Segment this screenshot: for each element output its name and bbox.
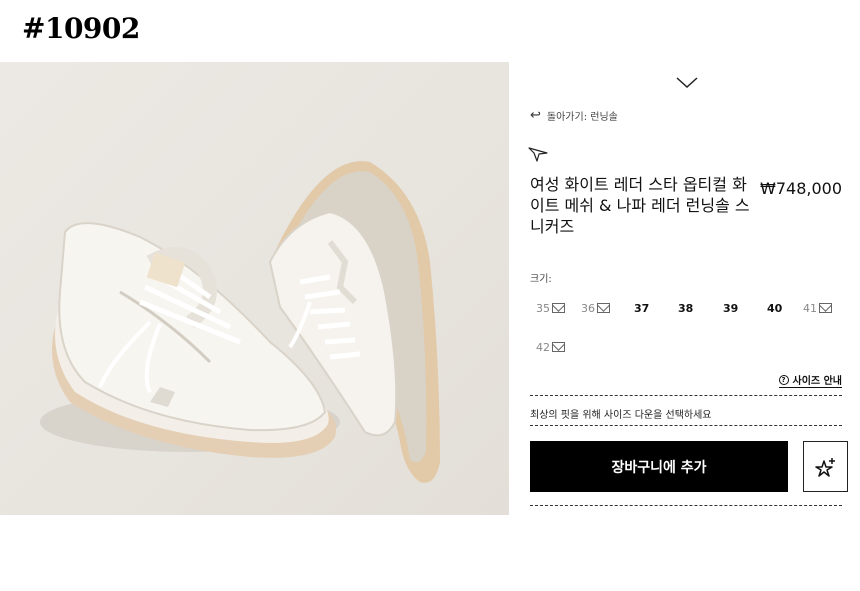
- size-option-35[interactable]: 35: [536, 298, 565, 318]
- size-option-40[interactable]: 40: [767, 298, 782, 318]
- back-link[interactable]: ↩ 돌아가기: 런닝솔: [530, 108, 618, 123]
- star-plus-icon: [814, 457, 835, 477]
- size-guide-label: 사이즈 안내: [792, 376, 842, 387]
- product-image[interactable]: [0, 62, 509, 515]
- sneakers-illustration: [40, 161, 440, 483]
- wishlist-button[interactable]: [803, 441, 848, 492]
- size-option-41[interactable]: 41: [803, 298, 832, 318]
- back-arrow-icon: ↩: [530, 108, 541, 123]
- product-price: ₩748,000: [760, 179, 842, 198]
- size-guide-link[interactable]: ? 사이즈 안내: [778, 372, 842, 388]
- divider: [530, 425, 842, 426]
- question-icon: ?: [778, 374, 789, 385]
- size-option-39[interactable]: 39: [723, 298, 738, 318]
- product-title: 여성 화이트 레더 스타 옵티컬 화이트 메쉬 & 나파 레더 런닝솔 스니커즈: [530, 175, 750, 236]
- size-label: 크기:: [530, 274, 552, 285]
- size-option-38[interactable]: 38: [678, 298, 693, 318]
- product-panel: ↩ 돌아가기: 런닝솔 여성 화이트 레더 스타 옵티컬 화이트 메쉬 & 나파…: [510, 62, 860, 522]
- chevron-down-icon[interactable]: [675, 76, 699, 90]
- size-option-42[interactable]: 42: [536, 337, 565, 357]
- divider: [530, 395, 842, 396]
- add-to-cart-button[interactable]: 장바구니에 추가: [530, 441, 788, 492]
- wishlist-star-icon[interactable]: [528, 144, 548, 162]
- back-link-label: 돌아가기: 런닝솔: [546, 112, 618, 123]
- product-id-tag: #10902: [22, 12, 140, 45]
- mail-icon: [552, 342, 565, 352]
- size-option-36[interactable]: 36: [581, 298, 610, 318]
- mail-icon: [819, 303, 832, 313]
- size-option-37[interactable]: 37: [634, 298, 649, 318]
- mail-icon: [597, 303, 610, 313]
- divider: [530, 505, 842, 506]
- fit-note: 최상의 핏을 위해 사이즈 다운을 선택하세요: [530, 410, 712, 421]
- mail-icon: [552, 303, 565, 313]
